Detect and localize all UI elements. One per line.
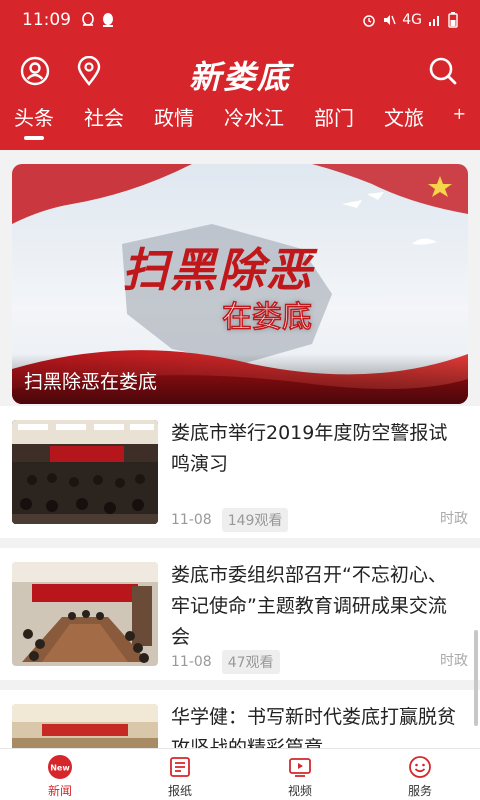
status-notification-icons [81, 12, 115, 28]
newspaper-icon [167, 754, 193, 780]
news-item[interactable]: 娄底市委组织部召开“不忘初心、牢记使命”主题教育调研成果交流会 11-08 47… [0, 548, 480, 680]
hero-banner[interactable]: 扫黑除恶 在娄底 扫黑除恶在娄底 [12, 164, 468, 404]
top-bar: 新娄底 [0, 48, 480, 96]
network-type: 4G [402, 12, 422, 28]
nav-news[interactable]: New 新闻 [0, 749, 120, 800]
qq-notification-icon [82, 12, 94, 26]
tab-lengshuijiang[interactable]: 冷水江 [224, 98, 284, 131]
category-tabs: 头条 社会 政情 冷水江 部门 文旅 [0, 98, 480, 150]
hero-art-subtitle: 在娄底 [222, 300, 313, 336]
battery-icon [448, 12, 458, 28]
news-item[interactable]: 华学健：书写新时代娄底打赢脱贫攻坚战的精彩篇章 [0, 690, 480, 748]
news-meta: 11-08 47观看 [171, 650, 280, 674]
news-thumbnail [12, 704, 158, 748]
news-thumbnail [12, 562, 158, 666]
add-tab-button[interactable]: + [453, 104, 466, 123]
status-bar: 11:09 4G [0, 0, 480, 40]
app-notification-icon [103, 13, 113, 27]
hero-art-title: 扫黑除恶 [122, 243, 314, 297]
hero-caption-bar: 扫黑除恶在娄底 [12, 354, 468, 404]
hero-caption: 扫黑除恶在娄底 [24, 371, 158, 393]
news-meta: 11-08 149观看 [171, 508, 289, 532]
tab-culture-tourism[interactable]: 文旅 [384, 98, 424, 131]
news-category: 时政 [440, 653, 468, 669]
signal-icon [429, 16, 439, 26]
tab-departments[interactable]: 部门 [314, 98, 354, 131]
tab-society[interactable]: 社会 [84, 98, 124, 131]
search-icon [429, 57, 457, 85]
bottom-navigation: New 新闻 报纸 视频 服务 [0, 748, 480, 800]
news-new-icon: New [47, 754, 73, 780]
status-time: 11:09 [22, 10, 71, 30]
app-root: 11:09 4G 新娄底 头条 社会 政情 冷水江 部门 文旅 + 扫黑除恶 在… [0, 0, 480, 800]
nav-video-label: 视频 [287, 784, 312, 798]
nav-newspaper[interactable]: 报纸 [120, 749, 240, 800]
mute-icon [384, 15, 396, 25]
video-icon [287, 754, 313, 780]
search-button[interactable] [428, 56, 458, 86]
news-title[interactable]: 娄底市举行2019年度防空警报试鸣演习 [171, 418, 461, 480]
conference-photo-image [12, 562, 158, 666]
news-category: 时政 [440, 511, 468, 527]
news-title[interactable]: 华学健：书写新时代娄底打赢脱贫攻坚战的精彩篇章 [171, 702, 461, 748]
smiley-service-icon [407, 754, 433, 780]
header: 11:09 4G 新娄底 头条 社会 政情 冷水江 部门 文旅 + [0, 0, 480, 150]
tab-headlines[interactable]: 头条 [14, 98, 54, 140]
nav-services[interactable]: 服务 [360, 749, 480, 800]
news-views-badge: 47观看 [221, 650, 280, 674]
news-date: 11-08 [171, 512, 212, 528]
nav-news-label: 新闻 [47, 784, 72, 798]
nav-newspaper-label: 报纸 [167, 784, 192, 798]
app-logo: 新娄底 [188, 58, 291, 96]
news-date: 11-08 [171, 654, 212, 670]
alarm-icon [363, 15, 375, 27]
news-item[interactable]: 娄底市举行2019年度防空警报试鸣演习 11-08 149观看 时政 [0, 406, 480, 538]
news-thumbnail [12, 420, 158, 524]
meeting-photo-image [12, 420, 158, 524]
nav-video[interactable]: 视频 [240, 749, 360, 800]
news-feed[interactable]: 扫黑除恶 在娄底 扫黑除恶在娄底 娄底市举行2019年度防空警报试鸣演习 11-… [0, 150, 480, 748]
news-views-badge: 149观看 [221, 508, 289, 532]
tab-politics[interactable]: 政情 [154, 98, 194, 131]
status-system-icons: 4G [362, 12, 458, 28]
nav-services-label: 服务 [407, 784, 432, 798]
scrollbar[interactable] [474, 630, 478, 726]
svg-text:New: New [50, 764, 70, 773]
hall-photo-image [12, 704, 158, 748]
news-title[interactable]: 娄底市委组织部召开“不忘初心、牢记使命”主题教育调研成果交流会 [171, 560, 461, 653]
